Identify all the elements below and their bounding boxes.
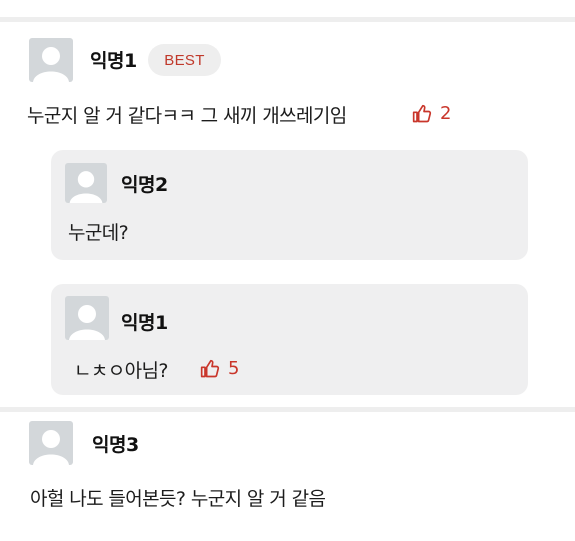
like-button[interactable]: 5 — [200, 358, 239, 379]
avatar[interactable] — [29, 38, 73, 82]
avatar[interactable] — [65, 296, 109, 340]
user-silhouette-icon — [69, 171, 103, 203]
top-divider — [0, 17, 575, 22]
comment-text: 아헐 나도 들어본듯? 누군지 알 거 같음 — [30, 488, 326, 510]
user-silhouette-icon — [33, 430, 69, 465]
user-silhouette-icon — [33, 47, 69, 82]
user-silhouette-icon — [69, 305, 105, 340]
reply-text: 누군데? — [68, 222, 129, 244]
thumbs-up-icon — [200, 359, 220, 377]
reply: 익명2 누군데? — [51, 150, 528, 260]
like-count: 5 — [228, 358, 240, 379]
avatar[interactable] — [65, 163, 107, 203]
reply: 익명1 ㄴㅊㅇ아님? 5 — [51, 284, 528, 395]
reply-text: ㄴㅊㅇ아님? — [74, 360, 168, 382]
like-count: 2 — [440, 103, 452, 124]
thumbs-up-icon — [412, 104, 432, 122]
comment-author: 익명1 — [90, 50, 137, 72]
like-button[interactable]: 2 — [412, 103, 451, 124]
comment-text: 누군지 알 거 같다ㅋㅋ 그 새끼 개쓰레기임 — [27, 105, 347, 127]
best-badge: BEST — [148, 44, 221, 76]
reply-author: 익명1 — [121, 312, 168, 334]
comment-author: 익명3 — [92, 434, 139, 456]
avatar[interactable] — [29, 421, 73, 465]
reply-author: 익명2 — [121, 174, 168, 196]
comment-divider — [0, 407, 575, 412]
